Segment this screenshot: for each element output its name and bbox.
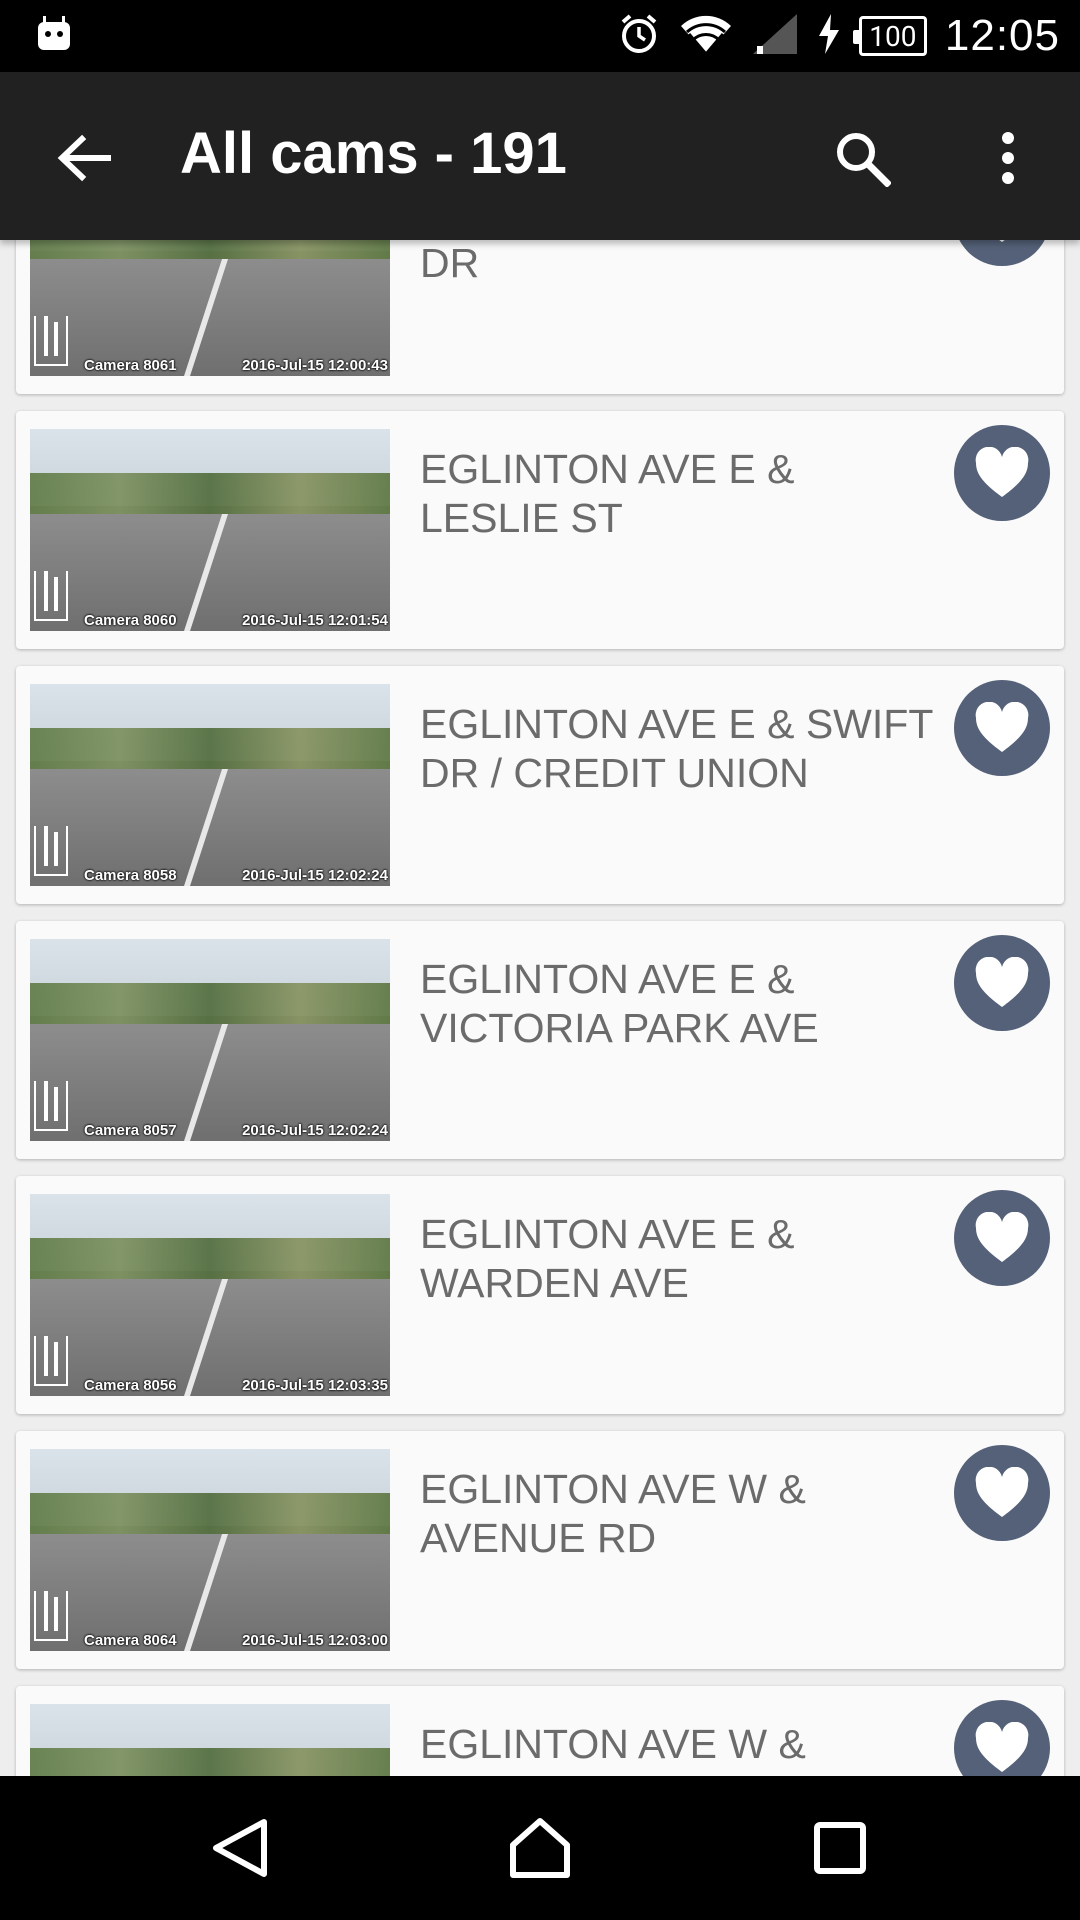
camera-thumbnail[interactable]: Camera 8057 2016-Jul-15 12:02:24 [30, 939, 390, 1141]
camera-thumbnail[interactable]: Camera 8058 2016-Jul-15 12:02:24 [30, 684, 390, 886]
nav-home-button[interactable] [504, 1812, 576, 1884]
camera-title: EGLINTON AVE W & [420, 1721, 806, 1767]
camera-title: EGLINTON AVE W & AVENUE RD [420, 1466, 806, 1561]
cell-signal-icon [751, 12, 799, 60]
camera-card[interactable]: Camera 8056 2016-Jul-15 12:03:35 EGLINTON … [16, 1176, 1064, 1414]
camera-id: Camera 8060 [84, 611, 177, 629]
favorite-button[interactable] [954, 425, 1050, 521]
overflow-menu-button[interactable] [972, 122, 1044, 194]
heart-icon [975, 702, 1029, 752]
favorite-button[interactable] [954, 240, 1050, 266]
square-recents-icon [814, 1822, 866, 1874]
arrow-back-icon [57, 134, 111, 182]
heart-icon [999, 240, 1005, 242]
camera-thumbnail[interactable]: Camera 8061 2016-Jul-15 12:00:43 [30, 240, 390, 376]
alarm-icon [617, 12, 661, 60]
camera-timestamp: 2016-Jul-15 12:00:43 [242, 356, 388, 374]
heart-icon [975, 447, 1029, 497]
camera-id: Camera 8064 [84, 1631, 177, 1649]
camera-timestamp: 2016-Jul-15 12:01:54 [242, 611, 388, 629]
camera-title: EGLINTON AVE E & VICTORIA PARK AVE [420, 956, 819, 1051]
heart-icon [975, 1722, 1029, 1772]
battery-level: 100 [869, 19, 917, 53]
heart-icon [975, 1467, 1029, 1517]
camera-title: EGLINTON AVE E & LAIRD DR [420, 240, 480, 286]
android-notification-icon [34, 14, 74, 54]
camera-list[interactable]: Camera 8061 2016-Jul-15 12:00:43 EGLINTON … [0, 240, 1080, 1776]
navigation-bar [0, 1776, 1080, 1920]
heart-icon [975, 1212, 1029, 1262]
camera-title: EGLINTON AVE E & SWIFT DR / CREDIT UNION [420, 701, 933, 796]
search-button[interactable] [826, 122, 898, 194]
camera-timestamp: 2016-Jul-15 12:02:24 [242, 1121, 388, 1139]
home-icon [510, 1818, 570, 1878]
more-vert-icon [1002, 132, 1014, 184]
camera-id: Camera 8057 [84, 1121, 177, 1139]
camera-card[interactable]: Camera 8058 2016-Jul-15 12:02:24 EGLINTON … [16, 666, 1064, 904]
favorite-button[interactable] [954, 680, 1050, 776]
favorite-button[interactable] [954, 1190, 1050, 1286]
camera-card[interactable]: Camera 8064 2016-Jul-15 12:03:00 EGLINTON … [16, 1431, 1064, 1669]
clock: 12:05 [944, 11, 1060, 60]
back-button[interactable] [48, 122, 120, 194]
search-icon [837, 133, 891, 187]
favorite-button[interactable] [954, 1700, 1050, 1776]
camera-thumbnail[interactable]: Camera 8064 2016-Jul-15 12:03:00 [30, 1449, 390, 1651]
camera-card[interactable]: EGLINTON AVE W & [16, 1686, 1064, 1776]
triangle-back-icon [213, 1819, 267, 1877]
camera-id: Camera 8056 [84, 1376, 177, 1394]
favorite-button[interactable] [954, 1445, 1050, 1541]
charging-icon [817, 12, 841, 60]
status-bar: 100 12:05 [0, 0, 1080, 72]
camera-timestamp: 2016-Jul-15 12:02:24 [242, 866, 388, 884]
camera-thumbnail[interactable] [30, 1704, 390, 1776]
camera-thumbnail[interactable]: Camera 8056 2016-Jul-15 12:03:35 [30, 1194, 390, 1396]
battery-indicator: 100 [852, 16, 927, 56]
camera-card[interactable]: Camera 8057 2016-Jul-15 12:02:24 EGLINTON … [16, 921, 1064, 1159]
camera-card[interactable]: Camera 8061 2016-Jul-15 12:00:43 EGLINTON … [16, 240, 1064, 394]
camera-timestamp: 2016-Jul-15 12:03:35 [242, 1376, 388, 1394]
nav-back-button[interactable] [204, 1812, 276, 1884]
camera-title: EGLINTON AVE E & WARDEN AVE [420, 1211, 795, 1306]
heart-icon [975, 957, 1029, 1007]
camera-thumbnail[interactable]: Camera 8060 2016-Jul-15 12:01:54 [30, 429, 390, 631]
wifi-icon [679, 12, 733, 60]
camera-id: Camera 8061 [84, 356, 177, 374]
page-title: All cams - 191 [180, 121, 567, 186]
favorite-button[interactable] [954, 935, 1050, 1031]
camera-timestamp: 2016-Jul-15 12:03:00 [242, 1631, 388, 1649]
camera-id: Camera 8058 [84, 866, 177, 884]
nav-recents-button[interactable] [804, 1812, 876, 1884]
camera-card[interactable]: Camera 8060 2016-Jul-15 12:01:54 EGLINTON … [16, 411, 1064, 649]
app-bar: All cams - 191 [0, 72, 1080, 240]
camera-title: EGLINTON AVE E & LESLIE ST [420, 446, 795, 541]
